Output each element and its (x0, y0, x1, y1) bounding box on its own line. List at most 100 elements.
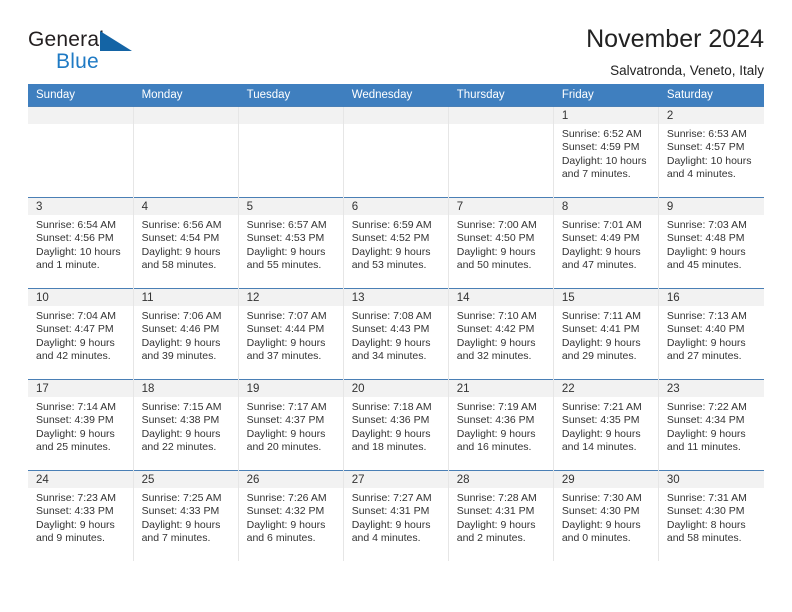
day-info-daylight1: Daylight: 9 hours (561, 336, 641, 349)
day-cell[interactable]: 17 Sunrise: 7:14 AM Sunset: 4:39 PM Dayligh… (28, 379, 134, 471)
day-info: Sunrise: 7:03 AM Sunset: 4:48 PM Daylight:… (659, 215, 764, 273)
day-info-sunset: Sunset: 4:56 PM (36, 232, 114, 245)
day-info: Sunrise: 7:26 AM Sunset: 4:32 PM Daylight:… (239, 488, 343, 546)
calendar-week-row: 17 Sunrise: 7:14 AM Sunset: 4:39 PM Dayligh… (28, 379, 764, 471)
day-info: Sunrise: 7:13 AM Sunset: 4:40 PM Daylight:… (659, 306, 764, 364)
day-info: Sunrise: 6:59 AM Sunset: 4:52 PM Daylight:… (344, 215, 448, 273)
day-number: 25 (133, 471, 238, 488)
day-cell[interactable]: 26 Sunrise: 7:26 AM Sunset: 4:32 PM Dayligh… (237, 470, 344, 561)
day-info-daylight1: Daylight: 9 hours (36, 518, 115, 531)
day-info-sunset: Sunset: 4:36 PM (351, 414, 430, 427)
day-info-sunset: Sunset: 4:59 PM (561, 141, 640, 154)
day-info-daylight1: Daylight: 9 hours (456, 427, 536, 440)
day-info-daylight1: Daylight: 9 hours (561, 245, 641, 258)
day-cell[interactable]: 16 Sunrise: 7:13 AM Sunset: 4:40 PM Dayligh… (657, 288, 764, 380)
page-subtitle: Salvatronda, Veneto, Italy (610, 62, 764, 78)
day-info-daylight1: Daylight: 9 hours (246, 518, 326, 531)
day-info-daylight2: and 20 minutes. (246, 441, 322, 454)
day-cell[interactable]: 15 Sunrise: 7:11 AM Sunset: 4:41 PM Dayligh… (552, 288, 659, 380)
title-block: November 2024 Salvatronda, Veneto, Italy (586, 25, 764, 78)
day-info: Sunrise: 6:54 AM Sunset: 4:56 PM Daylight:… (28, 215, 133, 273)
day-cell[interactable]: 21 Sunrise: 7:19 AM Sunset: 4:36 PM Dayligh… (447, 379, 554, 471)
calendar-table: Sunday Monday Tuesday Wednesday Thursday… (28, 84, 765, 561)
day-info-sunset: Sunset: 4:50 PM (456, 232, 535, 245)
day-cell[interactable]: 10 Sunrise: 7:04 AM Sunset: 4:47 PM Dayligh… (28, 288, 134, 380)
day-info: Sunrise: 7:31 AM Sunset: 4:30 PM Daylight:… (659, 488, 764, 546)
page-title: November 2024 (586, 25, 764, 53)
day-info: Sunrise: 7:30 AM Sunset: 4:30 PM Daylight:… (554, 488, 658, 546)
day-cell[interactable]: 22 Sunrise: 7:21 AM Sunset: 4:35 PM Dayligh… (552, 379, 659, 471)
day-info-daylight2: and 7 minutes. (561, 168, 631, 181)
day-cell[interactable]: 25 Sunrise: 7:25 AM Sunset: 4:33 PM Dayligh… (132, 470, 239, 561)
day-info: Sunrise: 7:07 AM Sunset: 4:44 PM Daylight:… (239, 306, 343, 364)
day-cell[interactable]: 13 Sunrise: 7:08 AM Sunset: 4:43 PM Dayligh… (342, 288, 449, 380)
calendar-page: General Blue November 2024 Salvatronda, … (0, 0, 792, 612)
day-info-sunset: Sunset: 4:52 PM (351, 232, 430, 245)
day-info-sunrise: Sunrise: 7:01 AM (561, 219, 642, 231)
day-info-daylight2: and 45 minutes. (666, 259, 742, 272)
day-cell[interactable]: 14 Sunrise: 7:10 AM Sunset: 4:42 PM Dayligh… (447, 288, 554, 380)
day-cell[interactable]: 4 Sunrise: 6:56 AM Sunset: 4:54 PM Daylight… (132, 197, 239, 289)
day-number (28, 107, 133, 124)
day-info-sunrise: Sunrise: 6:56 AM (141, 219, 222, 231)
day-cell[interactable]: 2 Sunrise: 6:53 AM Sunset: 4:57 PM Daylight… (657, 106, 764, 198)
day-info-daylight2: and 1 minute. (36, 259, 100, 272)
day-info-daylight1: Daylight: 9 hours (246, 245, 326, 258)
logo-general-blue[interactable]: General Blue (28, 26, 158, 78)
day-info-daylight1: Daylight: 9 hours (561, 427, 641, 440)
day-cell[interactable]: 28 Sunrise: 7:28 AM Sunset: 4:31 PM Dayligh… (447, 470, 554, 561)
day-info-daylight2: and 32 minutes. (456, 350, 532, 363)
day-info-daylight2: and 58 minutes. (141, 259, 217, 272)
day-info-daylight2: and 11 minutes. (666, 441, 741, 454)
day-cell[interactable]: 29 Sunrise: 7:30 AM Sunset: 4:30 PM Dayligh… (552, 470, 659, 561)
day-cell[interactable]: 30 Sunrise: 7:31 AM Sunset: 4:30 PM Dayligh… (657, 470, 764, 561)
day-info: Sunrise: 7:28 AM Sunset: 4:31 PM Daylight:… (449, 488, 553, 546)
day-info-sunset: Sunset: 4:43 PM (351, 323, 430, 336)
day-info-daylight1: Daylight: 9 hours (561, 518, 641, 531)
day-info-sunset: Sunset: 4:47 PM (36, 323, 114, 336)
day-info: Sunrise: 7:01 AM Sunset: 4:49 PM Daylight:… (554, 215, 658, 273)
day-info-sunset: Sunset: 4:42 PM (456, 323, 535, 336)
day-cell[interactable]: 19 Sunrise: 7:17 AM Sunset: 4:37 PM Dayligh… (237, 379, 344, 471)
day-info-sunrise: Sunrise: 7:08 AM (351, 310, 432, 322)
day-info-daylight1: Daylight: 9 hours (666, 427, 746, 440)
day-cell[interactable]: 11 Sunrise: 7:06 AM Sunset: 4:46 PM Dayligh… (132, 288, 239, 380)
day-info-daylight2: and 58 minutes. (666, 532, 742, 545)
weekday-header-friday: Friday (553, 84, 659, 107)
day-info: Sunrise: 6:53 AM Sunset: 4:57 PM Daylight:… (659, 124, 764, 182)
day-info-sunrise: Sunrise: 7:22 AM (666, 401, 747, 413)
day-info-daylight1: Daylight: 9 hours (666, 336, 746, 349)
day-info-sunset: Sunset: 4:46 PM (141, 323, 220, 336)
day-cell-empty (447, 106, 554, 198)
day-info-daylight2: and 55 minutes. (246, 259, 322, 272)
day-cell[interactable]: 20 Sunrise: 7:18 AM Sunset: 4:36 PM Dayligh… (342, 379, 449, 471)
day-info-daylight1: Daylight: 9 hours (351, 245, 431, 258)
day-cell[interactable]: 5 Sunrise: 6:57 AM Sunset: 4:53 PM Daylight… (237, 197, 344, 289)
day-number: 24 (28, 471, 133, 488)
day-info-sunset: Sunset: 4:37 PM (246, 414, 325, 427)
day-cell[interactable]: 1 Sunrise: 6:52 AM Sunset: 4:59 PM Daylight… (552, 106, 659, 198)
day-number: 17 (28, 380, 133, 397)
day-info-sunrise: Sunrise: 6:53 AM (666, 128, 747, 140)
day-info: Sunrise: 7:08 AM Sunset: 4:43 PM Daylight:… (344, 306, 448, 364)
day-cell[interactable]: 24 Sunrise: 7:23 AM Sunset: 4:33 PM Dayligh… (28, 470, 134, 561)
day-info-sunrise: Sunrise: 6:57 AM (246, 219, 327, 231)
day-info-daylight2: and 39 minutes. (141, 350, 217, 363)
day-info-sunset: Sunset: 4:57 PM (666, 141, 745, 154)
day-info-daylight1: Daylight: 10 hours (666, 154, 752, 167)
day-cell[interactable]: 6 Sunrise: 6:59 AM Sunset: 4:52 PM Daylight… (342, 197, 449, 289)
day-cell[interactable]: 8 Sunrise: 7:01 AM Sunset: 4:49 PM Daylight… (552, 197, 659, 289)
day-cell[interactable]: 3 Sunrise: 6:54 AM Sunset: 4:56 PM Daylight… (28, 197, 134, 289)
day-cell[interactable]: 18 Sunrise: 7:15 AM Sunset: 4:38 PM Dayligh… (132, 379, 239, 471)
day-cell[interactable]: 7 Sunrise: 7:00 AM Sunset: 4:50 PM Daylight… (447, 197, 554, 289)
day-cell[interactable]: 9 Sunrise: 7:03 AM Sunset: 4:48 PM Daylight… (657, 197, 764, 289)
day-info-daylight1: Daylight: 9 hours (141, 427, 221, 440)
day-info-daylight1: Daylight: 9 hours (141, 336, 221, 349)
day-cell[interactable]: 27 Sunrise: 7:27 AM Sunset: 4:31 PM Dayligh… (342, 470, 449, 561)
day-cell[interactable]: 12 Sunrise: 7:07 AM Sunset: 4:44 PM Dayligh… (237, 288, 344, 380)
day-number: 27 (343, 471, 448, 488)
day-info-daylight2: and 4 minutes. (666, 168, 736, 181)
day-info: Sunrise: 7:10 AM Sunset: 4:42 PM Daylight:… (449, 306, 553, 364)
day-info-sunrise: Sunrise: 7:18 AM (351, 401, 432, 413)
day-cell[interactable]: 23 Sunrise: 7:22 AM Sunset: 4:34 PM Dayligh… (657, 379, 764, 471)
